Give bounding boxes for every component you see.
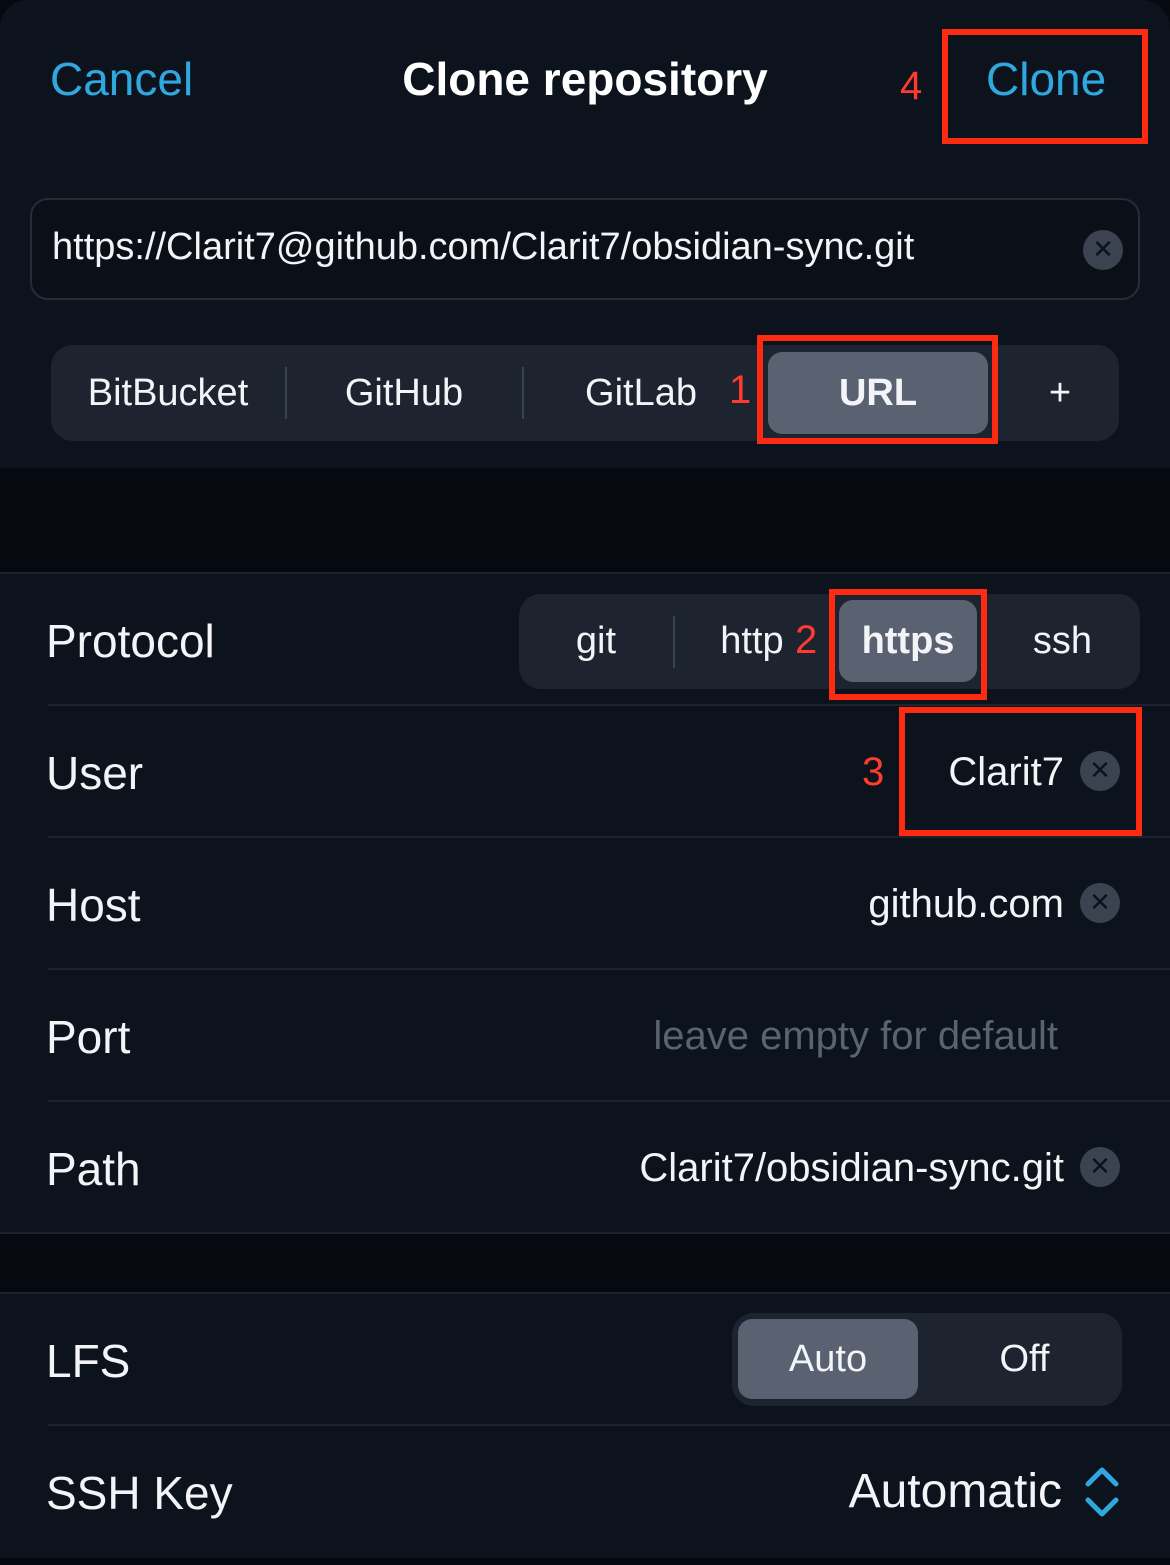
source-tab-gitlab[interactable]: GitLab <box>524 345 758 441</box>
protocol-option-git[interactable]: git <box>519 594 673 689</box>
clear-host-icon[interactable]: ✕ <box>1080 883 1120 923</box>
annotation-step-2: 2 <box>795 618 818 662</box>
clear-url-icon[interactable]: ✕ <box>1083 230 1123 270</box>
host-field[interactable]: github.com <box>868 882 1064 927</box>
path-row: Path Clarit7/obsidian-sync.git ✕ <box>0 1102 1170 1232</box>
chevron-up-down-icon[interactable] <box>1082 1462 1122 1522</box>
user-label: User <box>46 747 144 799</box>
ssh-key-row[interactable]: SSH Key Automatic <box>0 1426 1170 1558</box>
annotation-box-user <box>899 707 1142 836</box>
clear-path-icon[interactable]: ✕ <box>1080 1147 1120 1187</box>
annotation-box-https <box>829 589 987 700</box>
protocol-label: Protocol <box>46 615 215 667</box>
group-divider <box>0 1232 1170 1234</box>
ssh-key-label: SSH Key <box>46 1467 233 1519</box>
options-form: LFS Auto Off SSH Key Automatic <box>0 1294 1170 1558</box>
source-tab-add[interactable]: + <box>1001 345 1119 441</box>
lfs-option-off[interactable]: Off <box>927 1313 1122 1406</box>
connection-form: Protocol git http https ssh 2 User 3 Cla… <box>0 574 1170 1232</box>
url-input-value[interactable]: https://Clarit7@github.com/Clarit7/obsid… <box>52 226 914 269</box>
host-label: Host <box>46 879 141 931</box>
lfs-label: LFS <box>46 1335 131 1387</box>
path-label: Path <box>46 1143 141 1195</box>
source-tab-github[interactable]: GitHub <box>287 345 521 441</box>
user-row: User 3 Clarit7 ✕ <box>0 706 1170 838</box>
lfs-segmented-control: Auto Off <box>732 1313 1122 1406</box>
annotation-step-3: 3 <box>862 750 885 794</box>
port-label: Port <box>46 1011 131 1063</box>
lfs-row: LFS Auto Off <box>0 1294 1170 1426</box>
url-input[interactable]: https://Clarit7@github.com/Clarit7/obsid… <box>30 198 1140 300</box>
ssh-key-value[interactable]: Automatic <box>849 1464 1062 1519</box>
lfs-option-auto[interactable]: Auto <box>738 1319 918 1399</box>
path-field[interactable]: Clarit7/obsidian-sync.git <box>639 1146 1064 1191</box>
annotation-step-4: 4 <box>900 64 923 108</box>
port-row: Port leave empty for default <box>0 970 1170 1102</box>
protocol-option-ssh[interactable]: ssh <box>985 594 1140 689</box>
annotation-box-url <box>757 335 998 444</box>
protocol-row: Protocol git http https ssh 2 <box>0 574 1170 706</box>
header-panel: Cancel Clone repository 4 Clone https://… <box>0 0 1170 468</box>
annotation-step-1: 1 <box>729 368 752 412</box>
port-field[interactable]: leave empty for default <box>653 1014 1058 1059</box>
annotation-box-clone <box>942 29 1148 144</box>
host-row: Host github.com ✕ <box>0 838 1170 970</box>
source-tab-bitbucket[interactable]: BitBucket <box>51 345 285 441</box>
